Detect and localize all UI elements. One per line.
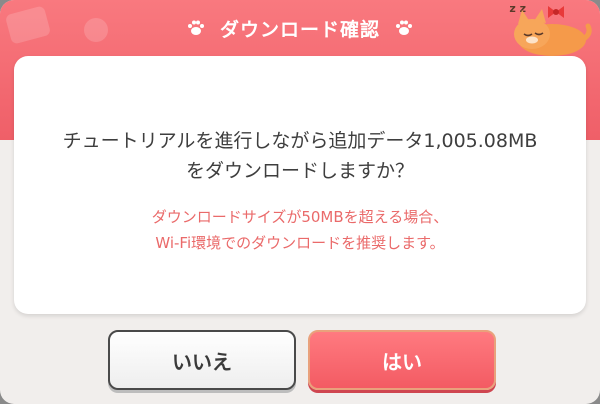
- note-line: ダウンロードサイズが50MBを超える場合、: [151, 208, 449, 226]
- paw-icon: [187, 20, 204, 35]
- confirm-message-line: をダウンロードしますか？: [185, 160, 414, 182]
- sleeping-cat-icon: [514, 6, 592, 56]
- note-line: Wi-Fi環境でのダウンロードを推奨します。: [155, 234, 445, 252]
- download-confirm-dialog: ダウンロード確認 z z チュートリアルを進行しながら追加データ1,005.08…: [0, 0, 600, 404]
- confirm-message-line: チュートリアルを進行しながら追加データ1,005.08MB: [62, 130, 538, 152]
- dialog-title: ダウンロード確認: [219, 18, 380, 41]
- confirm-message: チュートリアルを進行しながら追加データ1,005.08MB をダウンロードします…: [14, 126, 586, 186]
- yes-button[interactable]: はい: [308, 330, 496, 390]
- message-panel: チュートリアルを進行しながら追加データ1,005.08MB をダウンロードします…: [14, 56, 586, 314]
- yes-button-label: はい: [382, 349, 422, 374]
- wifi-recommendation-note: ダウンロードサイズが50MBを超える場合、 Wi-Fi環境でのダウンロードを推奨…: [14, 204, 586, 256]
- no-button[interactable]: いいえ: [108, 330, 296, 390]
- no-button-label: いいえ: [172, 349, 232, 374]
- paw-icon: [396, 20, 412, 35]
